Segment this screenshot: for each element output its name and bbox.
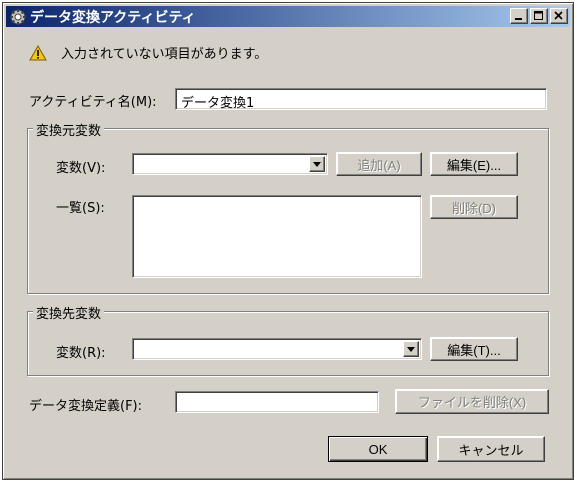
window-title: データ変換アクティビティ: [30, 9, 196, 26]
add-button[interactable]: 追加(A): [336, 152, 422, 176]
chevron-down-icon: [407, 346, 415, 352]
title-bar[interactable]: データ変換アクティビティ: [6, 6, 570, 27]
source-group-title: 変換元変数: [33, 120, 105, 139]
source-variables-group: 変換元変数 変数(V): 追加(A) 編集(E)... 一覧(S): 削除(D): [27, 120, 549, 294]
target-variables-group: 変換先変数 変数(R): 編集(T)...: [27, 303, 549, 376]
dialog-window: データ変換アクティビティ 入力されていない項目があります。 アクティビティ名(M…: [2, 2, 574, 480]
minimize-button[interactable]: [510, 8, 528, 24]
validation-message: 入力されていない項目があります。: [29, 43, 267, 62]
list-label: 一覧(S):: [56, 201, 105, 216]
source-variable-combo[interactable]: [132, 153, 328, 175]
source-variable-dropdown-button[interactable]: [309, 156, 325, 172]
ok-button[interactable]: OK: [328, 436, 428, 462]
target-variable-label: 変数(R):: [56, 346, 106, 361]
definition-input[interactable]: [175, 391, 379, 413]
maximize-button[interactable]: [530, 8, 548, 24]
target-variable-combo[interactable]: [132, 338, 422, 360]
gear-icon: [10, 8, 26, 25]
maximize-icon: [534, 11, 543, 20]
chevron-down-icon: [313, 161, 321, 167]
definition-label: データ変換定義(F):: [29, 399, 143, 414]
source-edit-button[interactable]: 編集(E)...: [430, 152, 518, 176]
message-text: 入力されていない項目があります。: [61, 47, 268, 62]
close-button[interactable]: [550, 8, 568, 24]
target-edit-button[interactable]: 編集(T)...: [430, 337, 518, 361]
minimize-icon: [515, 18, 522, 20]
target-group-title: 変換先変数: [33, 303, 105, 322]
warning-icon: [29, 44, 47, 60]
source-variable-list[interactable]: [132, 195, 422, 278]
close-icon: [554, 11, 563, 20]
source-variable-label: 変数(V):: [56, 161, 106, 176]
cancel-button[interactable]: キャンセル: [437, 436, 545, 462]
target-variable-dropdown-button[interactable]: [403, 341, 419, 357]
delete-file-button[interactable]: ファイルを削除(X): [395, 389, 549, 414]
activity-name-label: アクティビティ名(M):: [29, 95, 157, 110]
delete-button[interactable]: 削除(D): [430, 195, 518, 219]
activity-name-input[interactable]: データ変換1: [175, 88, 547, 110]
